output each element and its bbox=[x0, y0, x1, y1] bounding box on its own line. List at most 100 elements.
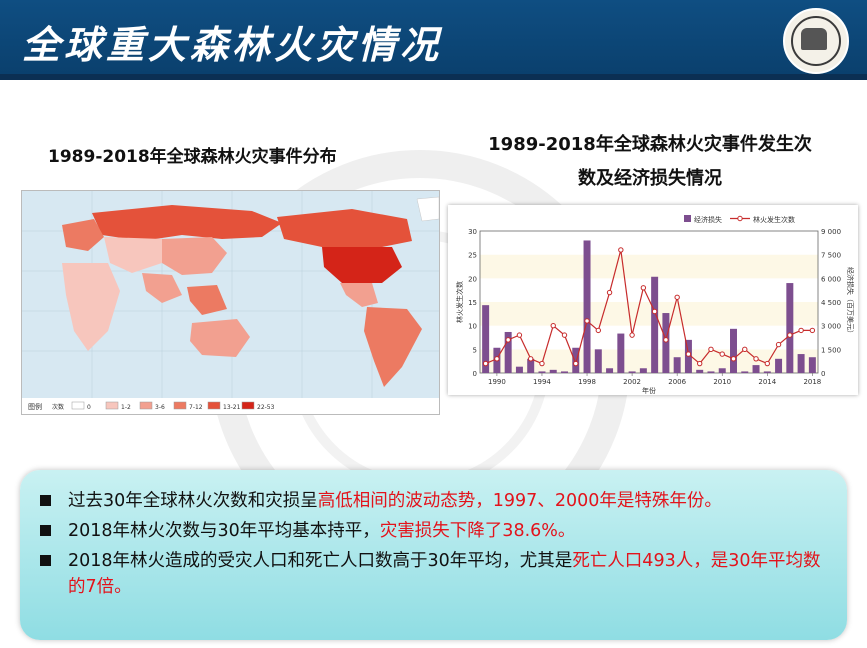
point-fire-count bbox=[595, 327, 602, 334]
point-fire-count bbox=[787, 332, 793, 338]
x-axis-label: 年份 bbox=[642, 386, 656, 395]
point-fire-count bbox=[584, 318, 590, 324]
title-banner: 全球重大森林火灾情况 bbox=[0, 0, 867, 80]
y-tick-label: 15 bbox=[468, 299, 477, 307]
point-fire-count bbox=[663, 337, 669, 343]
y-right-tick-label: 6 000 bbox=[821, 275, 841, 283]
y-right-axis-label: 经济损失（百万美元） bbox=[846, 267, 855, 337]
legend-range: 3-6 bbox=[155, 404, 165, 411]
point-fire-count bbox=[482, 360, 489, 367]
logo-emblem-icon bbox=[801, 28, 827, 50]
bullet-square-icon bbox=[40, 555, 51, 566]
point-fire-count bbox=[606, 289, 613, 296]
y-right-tick-label: 1 500 bbox=[821, 346, 841, 354]
legend-range: 0 bbox=[87, 404, 91, 411]
region-central-asia bbox=[104, 237, 162, 273]
legend-sub: 次数 bbox=[52, 403, 64, 411]
chart-title-line1: 1989-2018年全球森林火灾事件发生次 bbox=[488, 134, 812, 155]
region-china bbox=[162, 237, 227, 275]
map-legend: 图例 次数 0 1-2 3-6 7-12 13-21 22-53 bbox=[22, 398, 439, 414]
point-fire-count bbox=[674, 294, 680, 300]
bar-loss bbox=[639, 368, 647, 373]
chart-band bbox=[480, 254, 818, 279]
bullet-square-icon bbox=[40, 495, 51, 506]
point-fire-count bbox=[618, 247, 624, 253]
legend-swatch bbox=[173, 401, 187, 410]
legend-swatch bbox=[105, 401, 119, 410]
point-fire-count bbox=[697, 360, 703, 367]
fire-loss-chart: 0 5 10 15 20 25 30 0 1 500 3 000 4 500 6 000 7 500 9 … bbox=[448, 205, 858, 395]
legend-range: 1-2 bbox=[121, 404, 131, 411]
bar-loss bbox=[572, 347, 580, 373]
point-fire-count bbox=[561, 332, 568, 338]
chart-svg: 0 5 10 15 20 25 30 0 1 500 3 000 4 500 6 000 7 500 9 … bbox=[455, 215, 855, 395]
x-tick-label: 1990 bbox=[488, 378, 506, 386]
y-tick-label: 30 bbox=[468, 228, 477, 236]
bullet-square-icon bbox=[40, 525, 51, 536]
bar-loss bbox=[730, 328, 737, 373]
chart-title-line2: 数及经济损失情况 bbox=[578, 168, 722, 189]
legend-line-marker bbox=[737, 215, 743, 222]
bar-loss bbox=[515, 366, 523, 373]
bar-loss bbox=[786, 283, 794, 373]
bar-loss bbox=[583, 240, 591, 373]
legend-bar-swatch bbox=[684, 215, 691, 222]
point-fire-count bbox=[516, 332, 523, 338]
bar-loss bbox=[617, 333, 625, 373]
legend-range: 13-21 bbox=[223, 404, 241, 411]
bar-loss bbox=[696, 369, 704, 373]
y-tick-label: 0 bbox=[473, 370, 477, 378]
point-fire-count bbox=[719, 351, 725, 357]
y-right-tick-label: 4 500 bbox=[821, 299, 841, 307]
map-graphic bbox=[22, 191, 439, 401]
point-fire-count bbox=[651, 308, 658, 315]
legend-label: 图例 bbox=[28, 402, 42, 411]
world-fire-map: 图例 次数 0 1-2 3-6 7-12 13-21 22-53 bbox=[21, 190, 440, 415]
bar-loss bbox=[808, 357, 816, 373]
point-fire-count bbox=[685, 351, 692, 357]
legend-bar-label: 经济损失 bbox=[694, 215, 722, 224]
summary-textbox: 过去30年全球林火次数和灾损呈高低相间的波动态势，1997、2000年是特殊年份… bbox=[20, 470, 847, 640]
y-right-tick-label: 0 bbox=[821, 370, 825, 378]
bar-loss bbox=[662, 313, 670, 373]
y-tick-label: 10 bbox=[468, 323, 477, 331]
bullet-highlight: 灾害损失下降了38.6%。 bbox=[379, 521, 576, 541]
bullet-highlight: 高低相间的波动态势，1997、2000年是特殊年份。 bbox=[317, 491, 722, 511]
bullet-item-1: 过去30年全球林火次数和灾损呈高低相间的波动态势，1997、2000年是特殊年份… bbox=[40, 488, 835, 514]
y-tick-label: 20 bbox=[468, 275, 477, 283]
bar-loss bbox=[673, 357, 681, 373]
x-tick-label: 2018 bbox=[803, 378, 821, 386]
bullet-list: 过去30年全球林火次数和灾损呈高低相间的波动态势，1997、2000年是特殊年份… bbox=[40, 488, 835, 604]
point-fire-count bbox=[539, 360, 545, 367]
point-fire-count bbox=[775, 341, 782, 348]
bar-loss bbox=[606, 368, 614, 373]
region-russia bbox=[92, 205, 282, 241]
chart-band bbox=[480, 231, 818, 255]
university-logo bbox=[783, 8, 849, 74]
point-fire-count bbox=[798, 327, 804, 334]
point-fire-count bbox=[730, 356, 737, 362]
region-greenland bbox=[416, 196, 439, 222]
x-tick-label: 1998 bbox=[578, 378, 596, 386]
legend-swatch bbox=[207, 401, 221, 410]
bar-loss bbox=[718, 368, 726, 373]
region-usa bbox=[322, 247, 402, 283]
bar-loss bbox=[707, 371, 715, 373]
bullet-text: 过去30年全球林火次数和灾损呈 bbox=[68, 491, 318, 511]
region-australia bbox=[190, 319, 250, 357]
point-fire-count bbox=[753, 356, 759, 362]
bar-loss bbox=[775, 358, 783, 373]
bar-loss bbox=[538, 371, 546, 373]
map-title: 1989-2018年全球森林火灾事件分布 bbox=[48, 147, 337, 167]
x-tick-label: 2006 bbox=[668, 378, 686, 386]
slide-title: 全球重大森林火灾情况 bbox=[22, 22, 443, 67]
x-tick-label: 2010 bbox=[713, 378, 731, 386]
bar-loss bbox=[752, 365, 760, 373]
chart-title: 1989-2018年全球森林火灾事件发生次 数及经济损失情况 bbox=[450, 128, 850, 196]
point-fire-count bbox=[640, 285, 647, 291]
bullet-item-3: 2018年林火造成的受灾人口和死亡人口数高于30年平均，尤其是死亡人口493人，… bbox=[40, 548, 835, 600]
region-africa bbox=[62, 263, 120, 351]
y-right-tick-label: 7 500 bbox=[821, 252, 841, 260]
point-fire-count bbox=[550, 322, 556, 329]
bar-loss bbox=[741, 371, 749, 373]
